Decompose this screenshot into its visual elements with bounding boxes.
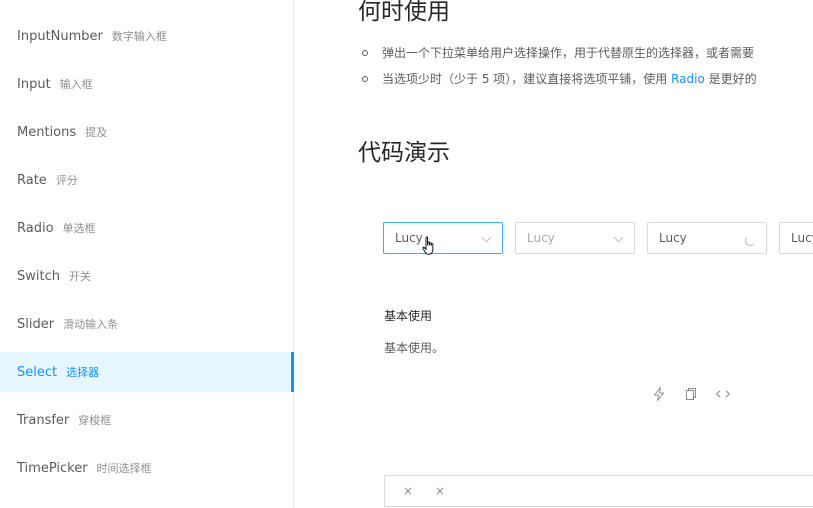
sidebar-item-subtitle: 单选框 — [62, 222, 96, 235]
list-item-text: 当选项少时（少于 5 项），建议直接将选项平铺，使用 — [382, 72, 672, 86]
list-item-text: 是更好的 — [704, 72, 757, 86]
sidebar-item-subtitle: 开关 — [68, 270, 91, 283]
sidebar-item-label: Transfer — [17, 412, 70, 428]
demo-title: 基本使用 — [384, 309, 433, 323]
select-loading[interactable]: Lucy — [647, 222, 767, 254]
sidebar-item-label: Mentions — [17, 124, 77, 140]
list-item: 当选项少时（少于 5 项），建议直接将选项平铺，使用 Radio 是更好的 — [358, 66, 757, 92]
radio-link[interactable]: Radio — [671, 72, 705, 86]
select-multiple[interactable]: × × — [384, 475, 813, 507]
demo-description: 基本使用。 — [384, 341, 445, 355]
list-item: 弹出一个下拉菜单给用户选择操作，用于代替原生的选择器，或者需要 — [358, 40, 757, 66]
hand-pointer-icon — [422, 236, 434, 255]
list-item-text: 弹出一个下拉菜单给用户选择操作，用于代替原生的选择器，或者需要 — [382, 46, 755, 60]
sidebar-item-switch[interactable]: Switch 开关 — [0, 256, 294, 296]
sidebar-item-subtitle: 输入框 — [59, 78, 93, 91]
select-value: Lucy — [527, 231, 555, 245]
select-value: Lucy — [791, 231, 813, 245]
sidebar-item-subtitle: 穿梭框 — [78, 414, 112, 427]
sidebar-item-transfer[interactable]: Transfer 穿梭框 — [0, 400, 294, 440]
select-disabled[interactable]: Lucy — [515, 222, 635, 254]
section-heading-when-to-use: 何时使用 — [358, 0, 450, 25]
sidebar-item-subtitle: 滑动输入条 — [63, 318, 119, 331]
main-content: 何时使用 弹出一个下拉菜单给用户选择操作，用于代替原生的选择器，或者需要 当选项… — [294, 0, 813, 508]
sidebar-item-subtitle: 选择器 — [66, 366, 100, 379]
sidebar-item-input[interactable]: Input 输入框 — [0, 64, 294, 104]
select-value: Lucy — [659, 231, 687, 245]
sidebar-item-radio[interactable]: Radio 单选框 — [0, 208, 294, 248]
sidebar-item-label: Rate — [17, 172, 47, 188]
sidebar-item-inputnumber[interactable]: InputNumber 数字输入框 — [0, 16, 294, 56]
sidebar-item-subtitle: 提及 — [85, 126, 108, 139]
usage-list: 弹出一个下拉菜单给用户选择操作，用于代替原生的选择器，或者需要 当选项少时（少于… — [358, 40, 757, 92]
copy-icon[interactable] — [683, 386, 699, 402]
sidebar-item-rate[interactable]: Rate 评分 — [0, 160, 294, 200]
loading-icon — [745, 236, 755, 246]
sidebar-item-subtitle: 评分 — [55, 174, 78, 187]
close-icon[interactable]: × — [403, 484, 413, 498]
sidebar-menu: InputNumber 数字输入框 Input 输入框 Mentions 提及 … — [0, 0, 294, 508]
select-value: Lucy — [395, 231, 423, 245]
close-icon[interactable]: × — [435, 484, 445, 498]
chevron-down-icon — [481, 232, 492, 243]
sidebar-item-timepicker[interactable]: TimePicker 时间选择框 — [0, 448, 294, 488]
sidebar-item-label: Input — [17, 76, 51, 92]
sidebar-item-label: TimePicker — [17, 460, 88, 476]
select-clearable[interactable]: Lucy — [779, 222, 813, 254]
sidebar-item-label: InputNumber — [17, 28, 103, 44]
sidebar-item-select[interactable]: Select 选择器 — [0, 352, 294, 392]
select-basic[interactable]: Lucy — [383, 222, 503, 254]
sidebar-item-mentions[interactable]: Mentions 提及 — [0, 112, 294, 152]
app-window: InputNumber 数字输入框 Input 输入框 Mentions 提及 … — [0, 0, 813, 508]
sidebar-item-slider[interactable]: Slider 滑动输入条 — [0, 304, 294, 344]
sidebar-item-label: Radio — [17, 220, 54, 236]
thunderbolt-icon[interactable] — [651, 386, 667, 402]
sidebar-item-subtitle: 时间选择框 — [96, 462, 152, 475]
sidebar-item-label: Select — [17, 364, 58, 380]
section-heading-code-demo: 代码演示 — [358, 140, 450, 166]
sidebar-item-label: Switch — [17, 268, 60, 284]
sidebar-item-label: Slider — [17, 316, 55, 332]
sidebar-item-subtitle: 数字输入框 — [111, 30, 167, 43]
chevron-down-icon — [613, 232, 624, 243]
code-icon[interactable] — [715, 386, 731, 402]
